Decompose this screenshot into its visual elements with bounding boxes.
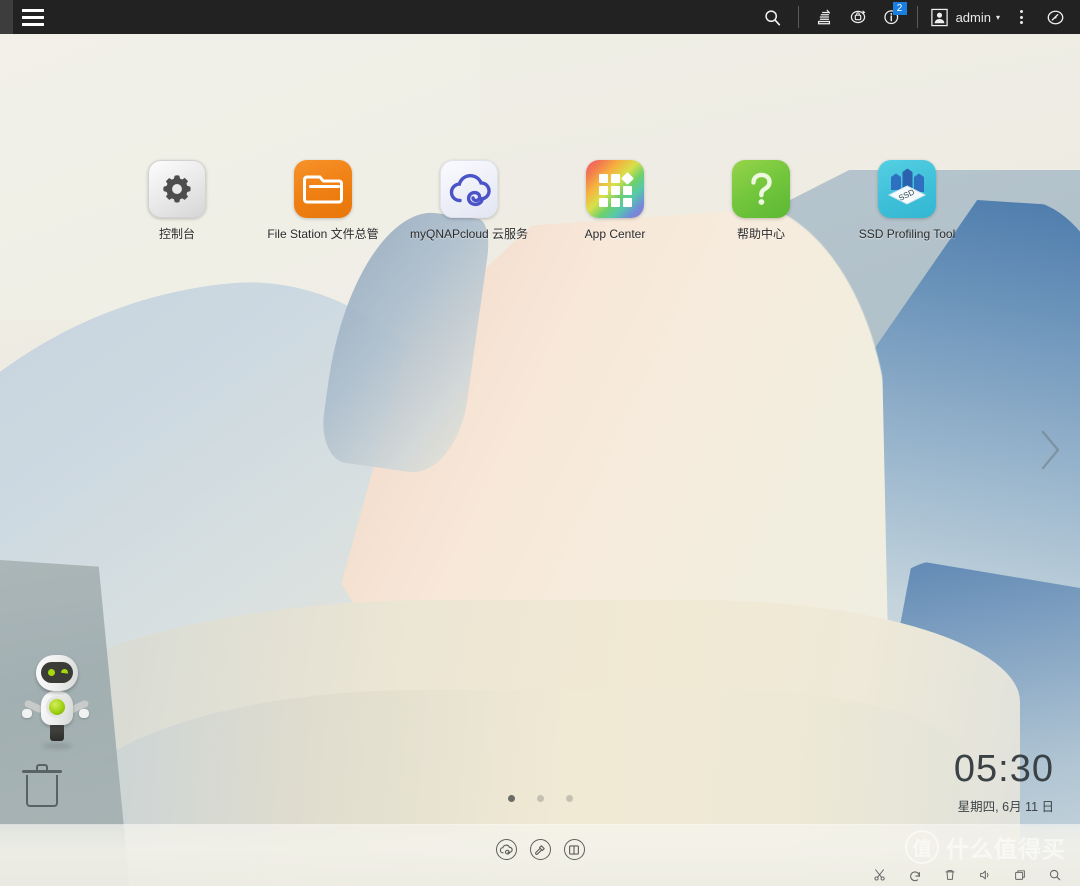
robot-core-light [49, 699, 65, 715]
android-navigation-bar [0, 864, 1080, 886]
app-grid-icon [586, 160, 644, 218]
back-arrow-icon[interactable] [908, 868, 922, 882]
chevron-down-icon: ▾ [996, 13, 1000, 22]
robot-hand-right [79, 709, 89, 718]
desktop-app-label: myQNAPcloud 云服务 [396, 227, 542, 242]
desktop-app-control-panel[interactable]: 控制台 [104, 160, 250, 242]
desktop-app-label: File Station 文件总管 [250, 227, 396, 242]
desktop-wallpaper [0, 0, 1080, 886]
topbar-divider-1 [798, 6, 799, 28]
page-dot-3[interactable] [566, 795, 573, 802]
dock-cloud-outline-icon[interactable] [496, 839, 517, 860]
desktop-page-indicator [0, 795, 1080, 802]
robot-hand-left [22, 709, 32, 718]
background-task-icon[interactable] [807, 0, 841, 34]
desktop-app-label: 控制台 [104, 227, 250, 242]
trash-bin-icon[interactable] [22, 762, 62, 808]
recents-square-icon[interactable] [1013, 868, 1027, 882]
page-dot-1[interactable] [508, 795, 515, 802]
desktop-icon-grid: 控制台 File Station 文件总管 myQNAPcloud 云服务 [0, 160, 1080, 242]
desktop-clock: 05:30 星期四, 6月 11 日 [954, 748, 1054, 815]
qnap-qts-desktop: 2 admin ▾ [0, 0, 1080, 886]
desktop-app-label: App Center [542, 227, 688, 242]
desktop-app-app-center[interactable]: App Center [542, 160, 688, 242]
dock-hammer-icon[interactable] [530, 839, 551, 860]
qnap-robot-mascot-icon[interactable] [20, 655, 92, 750]
more-options-icon[interactable] [1004, 0, 1038, 34]
chevron-right-icon[interactable] [1028, 424, 1072, 476]
desktop-app-label: SSD Profiling Tool [834, 227, 980, 242]
scissors-icon[interactable] [873, 868, 887, 882]
resource-monitor-icon[interactable] [841, 0, 875, 34]
trash-can [26, 775, 58, 807]
username-label: admin [956, 10, 991, 25]
dock-book-icon[interactable] [564, 839, 585, 860]
robot-shadow [42, 743, 72, 749]
desktop-app-label: 帮助中心 [688, 227, 834, 242]
robot-core-ring [46, 696, 68, 718]
trash-lid [22, 770, 62, 773]
user-avatar-icon [930, 8, 949, 27]
page-dot-2[interactable] [537, 795, 544, 802]
notification-info-icon[interactable]: 2 [875, 0, 909, 34]
topbar-left-edge [0, 0, 13, 34]
user-menu[interactable]: admin ▾ [926, 8, 1004, 27]
gear-icon [148, 160, 206, 218]
top-navigation-bar: 2 admin ▾ [0, 0, 1080, 34]
dashboard-gauge-icon[interactable] [1038, 0, 1072, 34]
trash-icon[interactable] [943, 868, 957, 882]
search-icon[interactable] [1048, 868, 1062, 882]
notification-count-badge: 2 [893, 2, 907, 15]
search-icon[interactable] [756, 0, 790, 34]
clock-time: 05:30 [954, 748, 1054, 790]
topbar-divider-2 [917, 6, 918, 28]
robot-eye-left [48, 669, 55, 676]
desktop-app-file-station[interactable]: File Station 文件总管 [250, 160, 396, 242]
desktop-dock [0, 839, 1080, 860]
hamburger-menu-icon[interactable] [22, 9, 44, 26]
robot-body [41, 691, 73, 725]
volume-icon[interactable] [978, 868, 992, 882]
desktop-app-ssd-profiling-tool[interactable]: SSD SSD Profiling Tool [834, 160, 980, 242]
robot-head [36, 655, 78, 691]
desktop-app-help-center[interactable]: 帮助中心 [688, 160, 834, 242]
cloud-icon [440, 160, 498, 218]
folder-icon [294, 160, 352, 218]
desktop-app-myqnapcloud[interactable]: myQNAPcloud 云服务 [396, 160, 542, 242]
question-mark-icon [732, 160, 790, 218]
ssd-drive-icon: SSD [878, 160, 936, 218]
